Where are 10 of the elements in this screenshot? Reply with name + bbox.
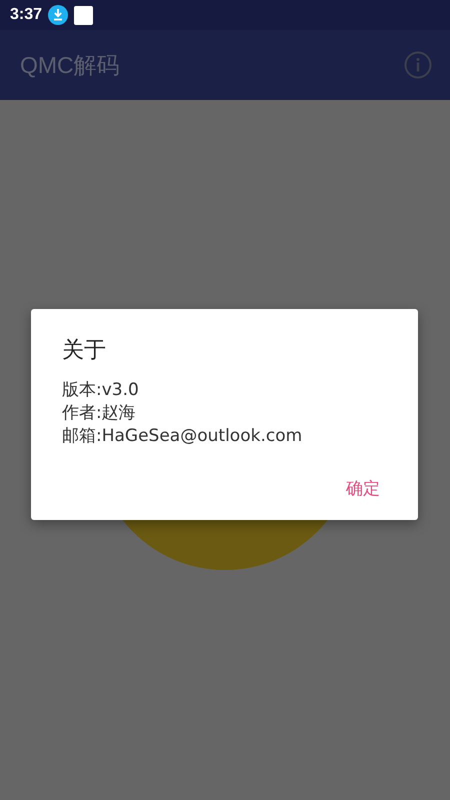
dialog-title: 关于 bbox=[62, 337, 107, 365]
notification-icon bbox=[74, 6, 94, 24]
download-icon bbox=[48, 5, 68, 25]
dialog-text-line: 版本:v3.0 bbox=[62, 379, 140, 402]
info-icon[interactable] bbox=[404, 51, 432, 79]
dialog-text-line: 作者:赵海 bbox=[62, 402, 137, 425]
app-title: QMC解码 bbox=[20, 50, 120, 80]
status-time: 3:37 bbox=[10, 6, 42, 24]
dialog-text-line: 邮箱:HaGeSea@outlook.com bbox=[62, 425, 304, 448]
ok-button[interactable]: 确定 bbox=[328, 471, 398, 506]
